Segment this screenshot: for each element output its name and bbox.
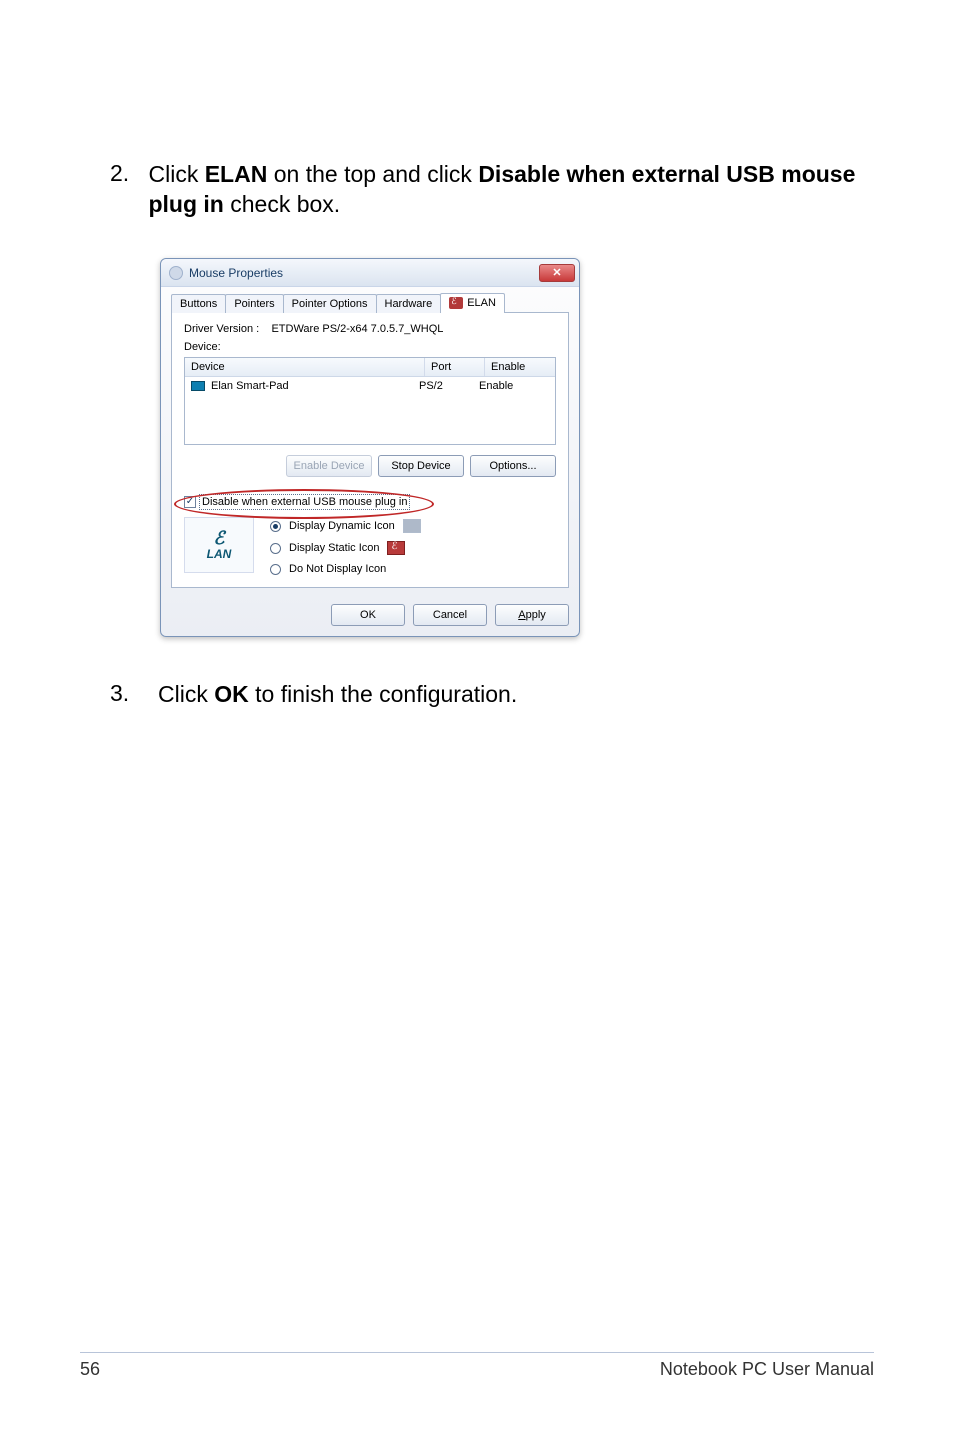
elan-logo-text: LAN bbox=[207, 547, 232, 561]
tab-hardware[interactable]: Hardware bbox=[376, 294, 442, 313]
cancel-label: Cancel bbox=[433, 609, 467, 621]
page-number: 56 bbox=[80, 1359, 100, 1380]
device-port: PS/2 bbox=[419, 380, 479, 392]
dialog-buttons: OK Cancel Apply bbox=[161, 596, 579, 636]
elan-icon bbox=[449, 297, 463, 309]
driver-version-value: ETDWare PS/2-x64 7.0.5.7_WHQL bbox=[271, 323, 443, 335]
tab-pointer-options[interactable]: Pointer Options bbox=[283, 294, 377, 313]
step-3-pre: Click bbox=[158, 681, 214, 707]
page-footer: 56 Notebook PC User Manual bbox=[80, 1352, 874, 1380]
cancel-button[interactable]: Cancel bbox=[413, 604, 487, 626]
apply-button[interactable]: Apply bbox=[495, 604, 569, 626]
col-device: Device bbox=[185, 358, 425, 376]
step-2-bold-elan: ELAN bbox=[205, 161, 268, 187]
tab-elan[interactable]: ELAN bbox=[440, 293, 505, 313]
disable-usb-label: Disable when external USB mouse plug in bbox=[200, 495, 409, 509]
step-2-number: 2. bbox=[110, 160, 148, 220]
radio-dynamic-row[interactable]: Display Dynamic Icon bbox=[270, 519, 556, 533]
step-2-pre: Click bbox=[148, 161, 204, 187]
step-3-number: 3. bbox=[110, 680, 158, 710]
tab-buttons[interactable]: Buttons bbox=[171, 294, 226, 313]
close-icon: ✕ bbox=[552, 266, 561, 279]
radio-none[interactable] bbox=[270, 564, 281, 575]
device-table: Device Port Enable Elan Smart-Pad PS/2 E… bbox=[184, 357, 556, 445]
dialog-title: Mouse Properties bbox=[189, 266, 533, 280]
titlebar: Mouse Properties ✕ bbox=[161, 259, 579, 287]
apply-mnemonic: A bbox=[518, 609, 525, 621]
step-2-text: Click ELAN on the top and click Disable … bbox=[148, 160, 874, 220]
device-table-header: Device Port Enable bbox=[185, 358, 555, 377]
radio-static-row[interactable]: Display Static Icon bbox=[270, 541, 556, 555]
device-row[interactable]: Elan Smart-Pad PS/2 Enable bbox=[185, 377, 555, 395]
options-button[interactable]: Options... bbox=[470, 455, 556, 477]
tab-elan-label: ELAN bbox=[467, 297, 496, 309]
radio-none-label: Do Not Display Icon bbox=[289, 563, 386, 575]
elan-panel: Driver Version : ETDWare PS/2-x64 7.0.5.… bbox=[171, 312, 569, 588]
tab-pointer-options-label: Pointer Options bbox=[292, 298, 368, 310]
static-tray-icon bbox=[387, 541, 405, 555]
driver-version-row: Driver Version : ETDWare PS/2-x64 7.0.5.… bbox=[184, 323, 556, 335]
tab-pointers[interactable]: Pointers bbox=[225, 294, 283, 313]
disable-usb-checkbox-row: Disable when external USB mouse plug in bbox=[184, 495, 556, 509]
tabs: Buttons Pointers Pointer Options Hardwar… bbox=[171, 293, 569, 313]
step-3-post: to finish the configuration. bbox=[249, 681, 518, 707]
dynamic-tray-icon bbox=[403, 519, 421, 533]
device-enable: Enable bbox=[479, 380, 549, 392]
ok-button[interactable]: OK bbox=[331, 604, 405, 626]
tab-buttons-label: Buttons bbox=[180, 298, 217, 310]
tab-pointers-label: Pointers bbox=[234, 298, 274, 310]
device-name: Elan Smart-Pad bbox=[211, 380, 289, 392]
step-3-text: Click OK to finish the configuration. bbox=[158, 680, 517, 710]
step-2-mid: on the top and click bbox=[267, 161, 478, 187]
step-2: 2. Click ELAN on the top and click Disab… bbox=[110, 160, 874, 228]
step-3-bold-ok: OK bbox=[214, 681, 249, 707]
stop-device-button[interactable]: Stop Device bbox=[378, 455, 464, 477]
manual-title: Notebook PC User Manual bbox=[660, 1359, 874, 1380]
options-label: Options... bbox=[489, 460, 536, 472]
radio-static[interactable] bbox=[270, 543, 281, 554]
radio-dynamic-label: Display Dynamic Icon bbox=[289, 520, 395, 532]
stop-device-label: Stop Device bbox=[391, 460, 450, 472]
mouse-properties-dialog-image: Mouse Properties ✕ Buttons Pointers Poin… bbox=[160, 258, 580, 637]
mouse-icon bbox=[169, 266, 183, 280]
enable-device-button: Enable Device bbox=[286, 455, 372, 477]
radio-dynamic[interactable] bbox=[270, 521, 281, 532]
mouse-properties-dialog: Mouse Properties ✕ Buttons Pointers Poin… bbox=[160, 258, 580, 637]
ok-label: OK bbox=[360, 609, 376, 621]
elan-logo-swash: ℰ bbox=[214, 529, 225, 547]
radio-none-row[interactable]: Do Not Display Icon bbox=[270, 563, 556, 575]
device-label: Device: bbox=[184, 341, 556, 353]
enable-device-label: Enable Device bbox=[294, 460, 365, 472]
col-port: Port bbox=[425, 358, 485, 376]
radio-static-label: Display Static Icon bbox=[289, 542, 379, 554]
touchpad-icon bbox=[191, 381, 205, 391]
step-3: 3. Click OK to finish the configuration. bbox=[110, 680, 874, 718]
col-enable: Enable bbox=[485, 358, 555, 376]
step-2-post: check box. bbox=[224, 191, 340, 217]
driver-version-label: Driver Version : bbox=[184, 323, 259, 335]
tab-hardware-label: Hardware bbox=[385, 298, 433, 310]
elan-logo: ℰ LAN bbox=[184, 517, 254, 573]
disable-usb-checkbox[interactable] bbox=[184, 496, 196, 508]
close-button[interactable]: ✕ bbox=[539, 264, 575, 282]
apply-rest: pply bbox=[526, 609, 546, 621]
